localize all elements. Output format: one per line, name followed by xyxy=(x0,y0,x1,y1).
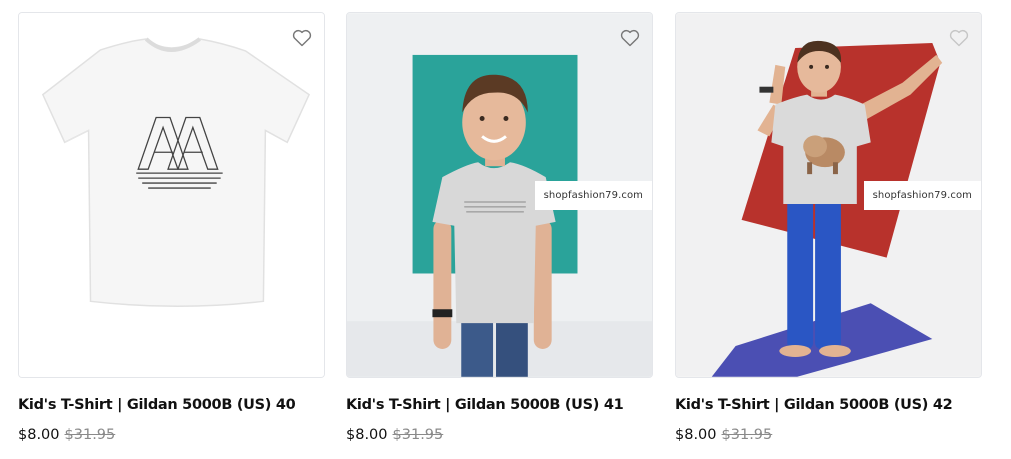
sale-price: $8.00 xyxy=(346,427,388,443)
product-card[interactable]: shopfashion79.com Kid's T-Shirt | Gildan… xyxy=(675,12,982,443)
product-image[interactable]: shopfashion79.com xyxy=(675,12,982,378)
wishlist-heart-icon[interactable] xyxy=(292,29,312,47)
watermark-label: shopfashion79.com xyxy=(534,181,652,210)
watermark-label: shopfashion79.com xyxy=(863,181,981,210)
wishlist-heart-icon[interactable] xyxy=(949,29,969,47)
price-row: $8.00 $31.95 xyxy=(18,427,325,443)
product-title[interactable]: Kid's T-Shirt | Gildan 5000B (US) 41 xyxy=(346,397,653,413)
product-card[interactable]: shopfashion79.com Kid's T-Shirt | Gildan… xyxy=(346,12,653,443)
product-title[interactable]: Kid's T-Shirt | Gildan 5000B (US) 40 xyxy=(18,397,325,413)
product-image[interactable]: shopfashion79.com xyxy=(346,12,653,378)
original-price: $31.95 xyxy=(392,427,444,443)
price-row: $8.00 $31.95 xyxy=(346,427,653,443)
price-row: $8.00 $31.95 xyxy=(675,427,982,443)
sale-price: $8.00 xyxy=(18,427,60,443)
product-image[interactable] xyxy=(18,12,325,378)
original-price: $31.95 xyxy=(721,427,773,443)
product-card[interactable]: Kid's T-Shirt | Gildan 5000B (US) 40 $8.… xyxy=(18,12,325,443)
original-price: $31.95 xyxy=(64,427,116,443)
wishlist-heart-icon[interactable] xyxy=(620,29,640,47)
tshirt-image xyxy=(19,13,324,377)
sale-price: $8.00 xyxy=(675,427,717,443)
product-title[interactable]: Kid's T-Shirt | Gildan 5000B (US) 42 xyxy=(675,397,982,413)
